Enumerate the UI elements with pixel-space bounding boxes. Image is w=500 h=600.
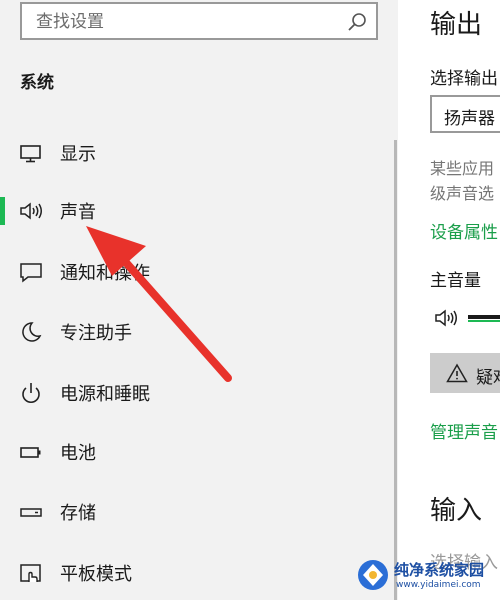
sidebar-item-battery[interactable]: 电池 — [0, 427, 398, 477]
sidebar-item-label: 专注助手 — [60, 323, 132, 344]
sidebar-item-label: 平板模式 — [60, 564, 132, 585]
output-device-value: 扬声器 — [444, 109, 495, 129]
output-description-line1: 某些应用 — [430, 159, 495, 178]
tablet-icon — [20, 564, 41, 582]
notification-icon — [20, 263, 42, 283]
watermark-title: 纯净系统家园 — [394, 561, 485, 579]
watermark: 纯净系统家园 www.yidaimei.com — [356, 556, 496, 596]
output-heading: 输出 — [430, 10, 483, 40]
sidebar-item-label: 电源和睡眠 — [60, 384, 150, 405]
battery-icon — [20, 447, 41, 458]
sidebar-item-label: 显示 — [60, 144, 96, 165]
device-properties-link[interactable]: 设备属性 — [430, 218, 498, 243]
sidebar-scrollbar[interactable] — [394, 140, 397, 600]
volume-slider-track[interactable] — [468, 315, 500, 319]
watermark-logo-icon — [358, 560, 388, 590]
monitor-icon — [20, 145, 41, 163]
sidebar-item-display[interactable]: 显示 — [0, 128, 398, 178]
sidebar: 系统 显示 声音 通知和操作 专注助手 — [0, 0, 398, 600]
main-panel: 输出 选择输出 扬声器 某些应用 级声音选 设备属性 主音量 疑难 管理声音 输… — [398, 0, 500, 600]
speaker-icon — [20, 202, 42, 220]
sidebar-item-focus-assist[interactable]: 专注助手 — [0, 307, 398, 357]
troubleshoot-label: 疑难 — [476, 368, 500, 388]
sidebar-item-notifications[interactable]: 通知和操作 — [0, 247, 398, 297]
volume-icon[interactable] — [434, 305, 464, 331]
sidebar-item-label: 通知和操作 — [60, 263, 150, 284]
output-description-line2: 级声音选 — [430, 184, 495, 203]
search-box[interactable] — [20, 2, 378, 40]
master-volume-label: 主音量 — [430, 271, 481, 291]
sidebar-item-label: 声音 — [60, 202, 96, 223]
watermark-url: www.yidaimei.com — [396, 580, 481, 590]
search-icon[interactable] — [346, 11, 368, 33]
moon-icon — [22, 322, 42, 342]
choose-output-label: 选择输出 — [430, 69, 498, 89]
volume-slider-fill — [468, 320, 500, 322]
storage-icon — [20, 508, 42, 517]
sidebar-item-power-sleep[interactable]: 电源和睡眠 — [0, 368, 398, 418]
sidebar-item-label: 存储 — [60, 503, 96, 524]
sidebar-item-tablet-mode[interactable]: 平板模式 — [0, 548, 398, 598]
manage-sound-devices-link[interactable]: 管理声音 — [430, 418, 498, 443]
sidebar-item-sound[interactable]: 声音 — [0, 186, 398, 236]
warning-icon — [446, 363, 468, 383]
output-device-dropdown[interactable]: 扬声器 — [430, 95, 500, 133]
sidebar-item-storage[interactable]: 存储 — [0, 487, 398, 537]
troubleshoot-button[interactable]: 疑难 — [430, 353, 500, 393]
power-icon — [22, 383, 40, 403]
search-input[interactable] — [36, 10, 336, 34]
input-heading: 输入 — [430, 496, 483, 526]
sidebar-section-title: 系统 — [20, 73, 54, 93]
selected-indicator — [0, 197, 5, 225]
sidebar-item-label: 电池 — [60, 443, 96, 464]
